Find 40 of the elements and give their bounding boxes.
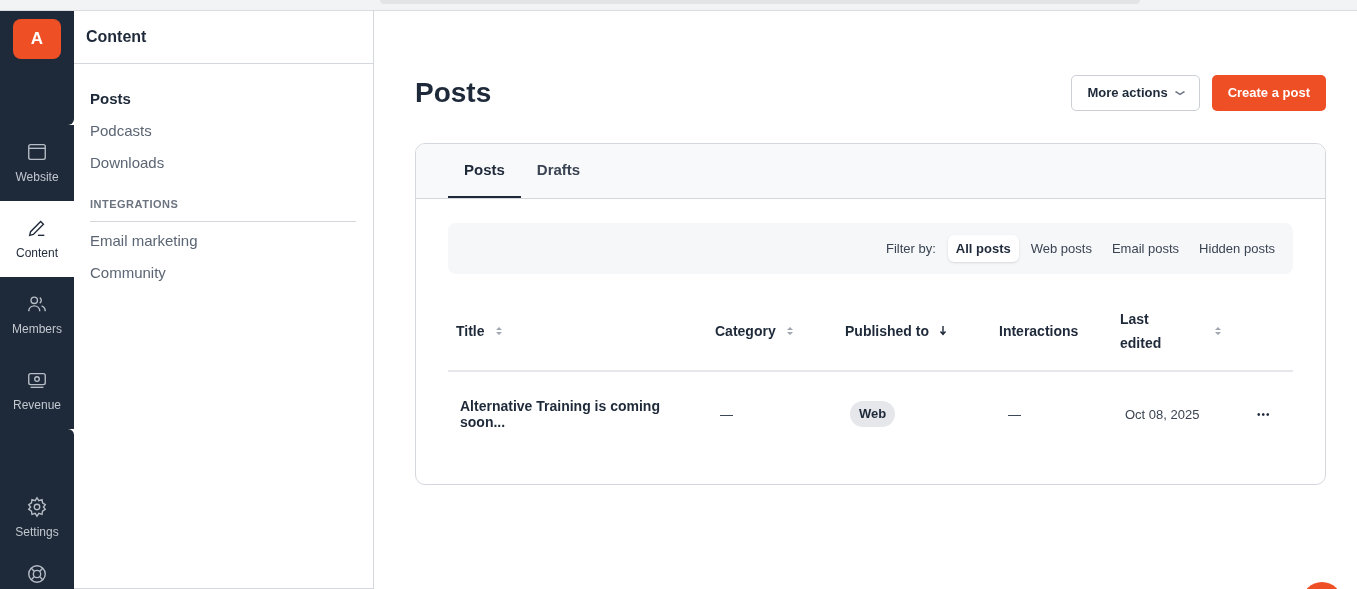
table-cell: Oct 08, 2025 (1125, 407, 1200, 422)
sort-icon[interactable] (1214, 325, 1222, 336)
filter-label: Filter by: (885, 239, 936, 258)
channel-tag: Web (850, 401, 896, 427)
caret-icon (1173, 90, 1186, 96)
tab[interactable]: Drafts (520, 144, 597, 198)
section-heading: INTEGRATIONS (90, 197, 180, 212)
settings-icon (26, 496, 48, 518)
sidebar-item[interactable]: Email marketing (90, 225, 198, 258)
filter-option[interactable]: Web posts (1022, 235, 1100, 262)
sidebar-item[interactable]: Podcasts (90, 115, 152, 147)
column-header[interactable]: Last edited (1120, 306, 1180, 355)
row-menu-button[interactable]: ••• (1257, 406, 1271, 422)
column-header[interactable]: Published to (845, 318, 929, 343)
sidebar-item[interactable]: Downloads (90, 147, 165, 179)
column-header[interactable]: Category (715, 318, 776, 343)
filter-option[interactable]: All posts (947, 235, 1019, 262)
sort-descending-icon[interactable] (939, 325, 947, 336)
filter-option[interactable]: Hidden posts (1191, 235, 1283, 262)
logo[interactable]: A (13, 19, 61, 59)
sort-icon[interactable] (785, 325, 794, 336)
rail-item[interactable]: Members (0, 277, 74, 353)
lifebuoy-icon[interactable] (26, 563, 48, 585)
sidebar-item[interactable]: Community (90, 257, 166, 290)
column-header[interactable]: Interactions (999, 318, 1079, 343)
table-cell: — (1008, 407, 1021, 422)
filter-option[interactable]: Email posts (1103, 235, 1188, 262)
rail-item[interactable]: Settings (15, 496, 59, 541)
rail-item[interactable]: Website (0, 125, 74, 201)
create-post-button[interactable]: Create a post (1211, 75, 1326, 111)
more-actions-button[interactable]: More actions (1071, 75, 1200, 111)
column-header[interactable]: Title (456, 318, 485, 343)
rail-item[interactable]: Revenue (0, 353, 74, 429)
sidebar-title: Content (86, 27, 147, 47)
sidebar-item[interactable]: Posts (90, 83, 131, 115)
page-title: Posts (415, 76, 492, 110)
sort-icon[interactable] (494, 325, 503, 336)
tab[interactable]: Posts (448, 144, 521, 198)
table-cell: — (720, 407, 733, 422)
post-title[interactable]: Alternative Training is coming soon... (460, 398, 700, 430)
